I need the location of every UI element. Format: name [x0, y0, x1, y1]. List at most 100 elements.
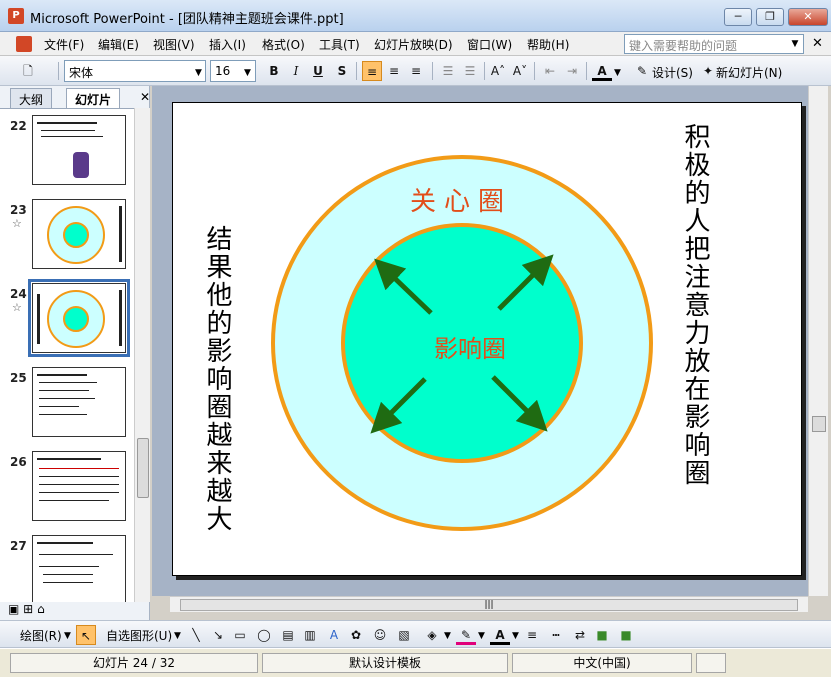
align-center-icon[interactable]: ≡ — [384, 61, 404, 81]
chevron-down-icon[interactable]: ▼ — [512, 631, 519, 641]
slides-panel: 大纲 幻灯片 ✕ 22 23 ☆ 24 ☆ 25 26 27 ▣ ⊞ ⌂ — [0, 86, 150, 620]
arrow-top-left — [374, 258, 433, 315]
new-document-icon[interactable]: 🗋 — [18, 61, 38, 81]
chevron-down-icon[interactable]: ▼ — [444, 631, 451, 641]
3d-style-icon[interactable]: ■ — [616, 625, 636, 645]
underline-button[interactable]: U — [308, 61, 328, 81]
arrow-tool-icon[interactable]: ↘ — [208, 625, 228, 645]
vertical-textbox-icon[interactable]: ▥ — [300, 625, 320, 645]
menu-file[interactable]: 文件(F) — [44, 36, 84, 53]
menu-view[interactable]: 视图(V) — [153, 36, 195, 53]
textbox-tool-icon[interactable]: ▤ — [278, 625, 298, 645]
chevron-down-icon[interactable]: ▼ — [478, 631, 485, 641]
decrease-indent-icon[interactable]: ⇤ — [540, 61, 560, 81]
document-icon[interactable] — [16, 36, 32, 52]
toolbar-separator — [534, 62, 535, 80]
toolbar-separator — [484, 62, 485, 80]
slide-thumbnail-24[interactable] — [28, 279, 130, 357]
scrollbar-thumb[interactable] — [137, 438, 149, 498]
line-color-icon[interactable]: ✎ — [456, 625, 476, 645]
animation-star-icon: ☆ — [12, 217, 22, 230]
shadow-button[interactable]: S — [332, 61, 352, 81]
toolbar-separator — [58, 62, 59, 80]
wordart-icon[interactable]: A — [324, 625, 344, 645]
slide-thumbnail-list[interactable]: 22 23 ☆ 24 ☆ 25 26 27 — [0, 108, 134, 602]
rectangle-tool-icon[interactable]: ▭ — [230, 625, 250, 645]
line-tool-icon[interactable]: ╲ — [186, 625, 206, 645]
bullet-list-icon[interactable]: ☰ — [460, 61, 480, 81]
scrollbar-thumb[interactable]: ||| — [180, 599, 798, 611]
tab-outline[interactable]: 大纲 — [10, 88, 53, 108]
italic-button[interactable]: I — [286, 61, 306, 81]
chevron-down-icon[interactable]: ▼ — [244, 68, 251, 78]
slide-thumbnail-27[interactable] — [32, 535, 126, 602]
new-slide-icon[interactable]: ✦ — [698, 61, 718, 81]
chevron-down-icon[interactable]: ▼ — [174, 631, 181, 641]
chevron-down-icon[interactable]: ▼ — [788, 35, 802, 53]
slide-sorter-icon[interactable]: ⊞ — [23, 602, 33, 616]
menu-tools[interactable]: 工具(T) — [319, 36, 360, 53]
menu-format[interactable]: 格式(O) — [262, 36, 305, 53]
tab-slides[interactable]: 幻灯片 — [66, 88, 121, 108]
arrow-style-icon[interactable]: ⇄ — [570, 625, 590, 645]
font-color-icon[interactable]: A — [592, 61, 612, 81]
current-slide[interactable]: 关心圈 影响圈 结果他的影响圈越来越大 积极的人把注意力放在影响圈 — [172, 102, 802, 576]
right-vertical-text[interactable]: 积极的人把注意力放在影响圈 — [677, 123, 714, 563]
select-pointer-icon[interactable]: ↖ — [76, 625, 96, 645]
drawing-toolbar: 绘图(R) ▼ ↖ 自选图形(U) ▼ ╲ ↘ ▭ ◯ ▤ ▥ A ✿ ☺ ▧ … — [0, 620, 831, 648]
fill-color-icon[interactable]: ◈ — [422, 625, 442, 645]
document-close-button[interactable]: ✕ — [812, 36, 823, 51]
draw-menu-button[interactable]: 绘图(R) — [20, 627, 62, 644]
slideshow-view-icon[interactable]: ⌂ — [37, 602, 45, 616]
chevron-down-icon[interactable]: ▼ — [64, 631, 71, 641]
restore-button[interactable]: ❐ — [756, 8, 784, 26]
thumbnail-scrollbar[interactable] — [134, 108, 150, 602]
slide-thumbnail-25[interactable] — [32, 367, 126, 437]
menu-slideshow[interactable]: 幻灯片放映(D) — [374, 36, 453, 53]
normal-view-icon[interactable]: ▣ — [8, 602, 19, 616]
oval-tool-icon[interactable]: ◯ — [254, 625, 274, 645]
menu-bar: 文件(F) 编辑(E) 视图(V) 插入(I) 格式(O) 工具(T) 幻灯片放… — [0, 32, 831, 56]
status-bar: 幻灯片 24 / 32 默认设计模板 中文(中国) — [0, 648, 831, 677]
chevron-down-icon[interactable]: ▼ — [614, 68, 621, 78]
design-button[interactable]: 设计(S) — [652, 64, 693, 81]
font-color-icon[interactable]: A — [490, 625, 510, 645]
autoshapes-button[interactable]: 自选图形(U) — [106, 627, 172, 644]
shadow-style-icon[interactable]: ■ — [592, 625, 612, 645]
scrollbar-thumb[interactable] — [812, 416, 826, 432]
font-name-select[interactable]: 宋体 — [64, 60, 206, 82]
left-vertical-text[interactable]: 结果他的影响圈越来越大 — [199, 225, 236, 535]
view-buttons: ▣ ⊞ ⌂ — [8, 602, 45, 616]
menu-help[interactable]: 帮助(H) — [527, 36, 569, 53]
new-slide-button[interactable]: 新幻灯片(N) — [716, 64, 782, 81]
menu-window[interactable]: 窗口(W) — [467, 36, 512, 53]
close-button[interactable]: ✕ — [788, 8, 828, 26]
design-icon[interactable]: ✎ — [632, 61, 652, 81]
help-search-input[interactable]: 键入需要帮助的问题 — [624, 34, 804, 54]
slide-horizontal-scrollbar[interactable]: ||| — [170, 596, 808, 612]
panel-close-button[interactable]: ✕ — [140, 90, 150, 104]
clipart-icon[interactable]: ☺ — [370, 625, 390, 645]
chevron-down-icon[interactable]: ▼ — [195, 68, 202, 78]
align-right-icon[interactable]: ≡ — [406, 61, 426, 81]
slide-thumbnail-23[interactable] — [32, 199, 126, 269]
increase-indent-icon[interactable]: ⇥ — [562, 61, 582, 81]
dash-style-icon[interactable]: ┅ — [546, 625, 566, 645]
numbered-list-icon[interactable]: ☰ — [438, 61, 458, 81]
align-left-icon[interactable]: ≡ — [362, 61, 382, 81]
bold-button[interactable]: B — [264, 61, 284, 81]
menu-edit[interactable]: 编辑(E) — [98, 36, 139, 53]
slide-thumbnail-26[interactable] — [32, 451, 126, 521]
minimize-button[interactable]: ─ — [724, 8, 752, 26]
decrease-font-icon[interactable]: A˅ — [510, 61, 530, 81]
line-style-icon[interactable]: ≡ — [522, 625, 542, 645]
menu-insert[interactable]: 插入(I) — [209, 36, 246, 53]
picture-icon[interactable]: ▧ — [394, 625, 414, 645]
toolbar-separator — [586, 62, 587, 80]
increase-font-icon[interactable]: A˄ — [488, 61, 508, 81]
diagram-icon[interactable]: ✿ — [346, 625, 366, 645]
design-template-name[interactable]: 默认设计模板 — [262, 653, 508, 673]
slide-vertical-scrollbar[interactable] — [808, 86, 828, 596]
slide-thumbnail-22[interactable] — [32, 115, 126, 185]
status-empty-cell — [696, 653, 726, 673]
